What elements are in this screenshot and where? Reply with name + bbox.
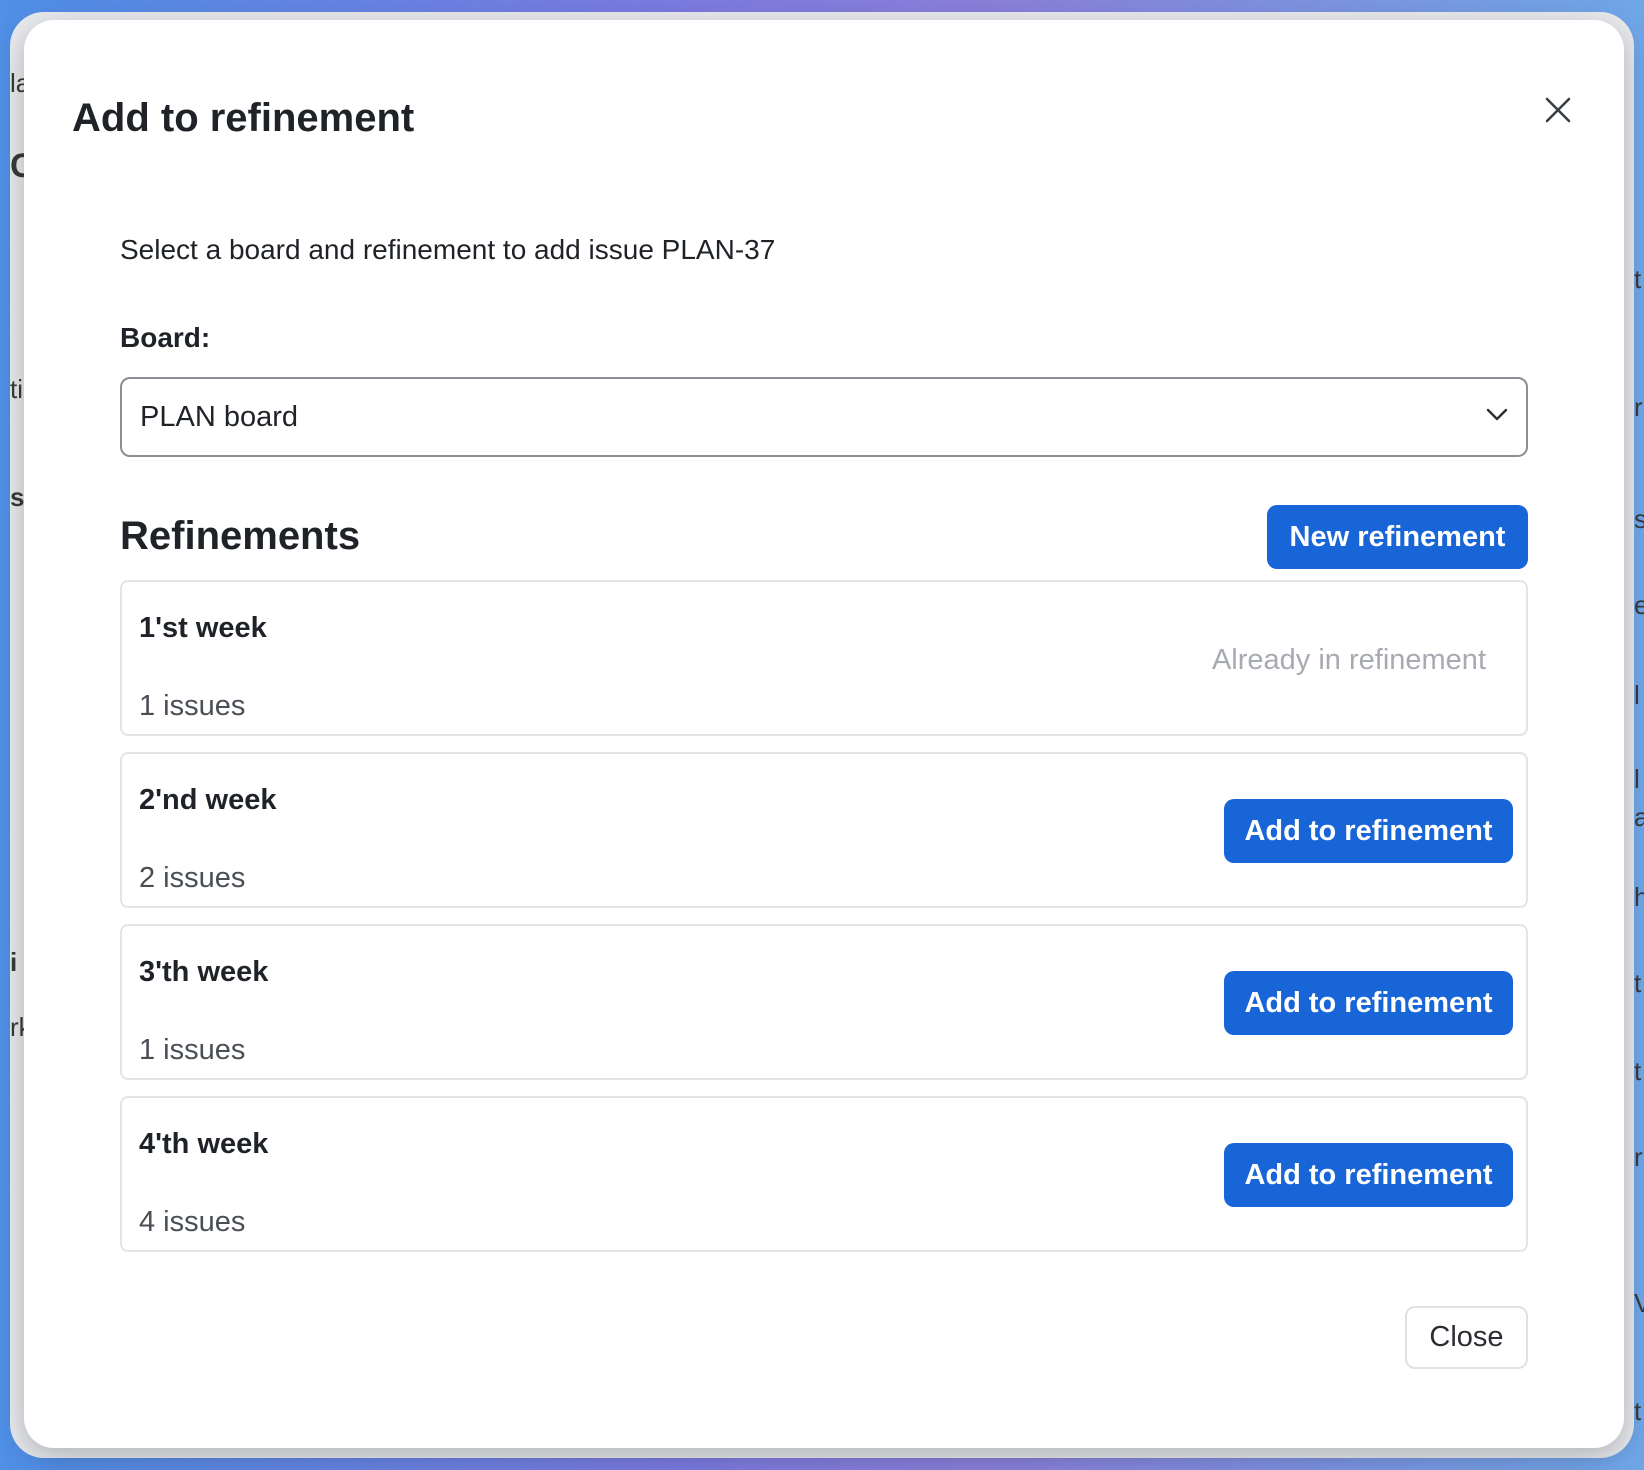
background-text: ti (10, 374, 23, 404)
refinement-issue-count: 1 issues (139, 1034, 246, 1066)
background-text: r (1634, 1142, 1643, 1172)
chevron-down-icon (1486, 408, 1508, 427)
background-text: t (1634, 1056, 1642, 1086)
already-in-refinement-status: Already in refinement (1211, 644, 1486, 676)
refinement-issue-count: 2 issues (139, 862, 246, 894)
add-to-refinement-button[interactable]: Add to refinement (1224, 1143, 1513, 1207)
refinement-name: 4'th week (139, 1128, 269, 1160)
refinement-issue-count: 4 issues (139, 1206, 246, 1238)
dialog-description: Select a board and refinement to add iss… (120, 234, 776, 265)
new-refinement-button[interactable]: New refinement (1267, 505, 1528, 569)
add-to-refinement-dialog: Add to refinement Select a board and ref… (24, 20, 1624, 1448)
refinement-item: 2'nd week 2 issues Add to refinement (120, 752, 1528, 908)
refinement-issue-count: 1 issues (139, 690, 246, 722)
board-select[interactable]: PLAN board (120, 377, 1528, 457)
background-text: t (1634, 1396, 1642, 1426)
background-text: t (1634, 968, 1642, 998)
refinement-item: 3'th week 1 issues Add to refinement (120, 924, 1528, 1080)
refinement-name: 2'nd week (139, 784, 277, 816)
refinement-name: 3'th week (139, 956, 269, 988)
background-text: V (1634, 1288, 1644, 1318)
background-text: s (10, 482, 25, 512)
background-text: er (1634, 590, 1644, 620)
dialog-title: Add to refinement (72, 96, 415, 140)
background-text: i (10, 947, 18, 977)
background-text: s (1634, 504, 1644, 534)
board-label: Board: (120, 322, 211, 353)
refinement-item: 4'th week 4 issues Add to refinement (120, 1096, 1528, 1252)
background-text: l (1634, 680, 1640, 710)
close-button[interactable]: Close (1405, 1306, 1528, 1369)
refinement-item: 1'st week 1 issues Already in refinement (120, 580, 1528, 736)
background-text: t (1634, 264, 1642, 294)
add-to-refinement-button[interactable]: Add to refinement (1224, 971, 1513, 1035)
background-text: ha (1634, 882, 1644, 912)
refinements-heading: Refinements (120, 514, 361, 558)
background-text: a (1634, 802, 1644, 832)
board-select-value: PLAN board (140, 400, 298, 433)
background-text: l (1634, 764, 1640, 794)
close-icon[interactable] (1532, 84, 1584, 136)
refinement-name: 1'st week (139, 612, 267, 644)
background-text: r (1634, 392, 1643, 422)
add-to-refinement-button[interactable]: Add to refinement (1224, 799, 1513, 863)
